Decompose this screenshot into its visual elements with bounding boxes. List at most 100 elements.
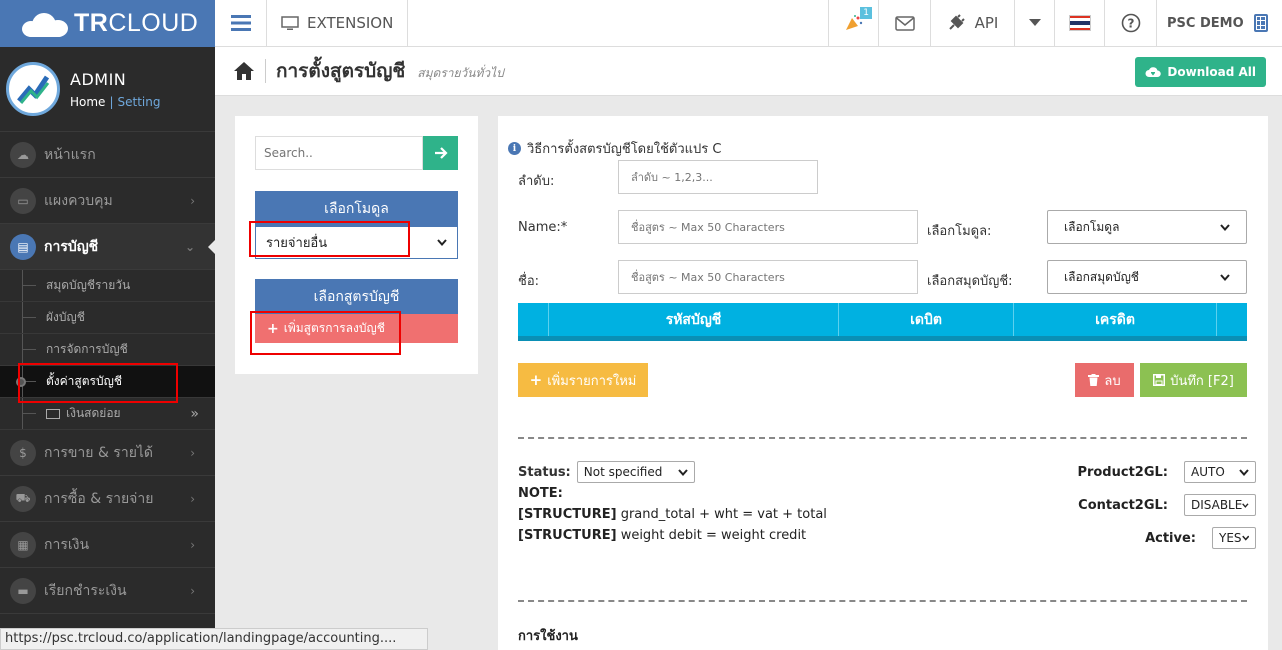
home-icon[interactable] [233, 61, 255, 81]
building-icon [1253, 14, 1268, 32]
sidebar-item-dashboard[interactable]: ▭ แผงควบคุม › [0, 178, 215, 224]
active-label: Active: [1145, 530, 1196, 546]
structure-note-2: [STRUCTURE] weight debit = weight credit [518, 528, 807, 543]
module-dropdown[interactable]: เลือกโมดูล [1047, 210, 1247, 244]
table-header-account-code[interactable]: รหัสบัญชี [549, 303, 839, 336]
status-label: Status: [518, 464, 571, 480]
formula-header: เลือกสูตรบัญชี [255, 279, 458, 314]
setting-link[interactable]: Setting [117, 95, 160, 109]
contact2gl-select[interactable]: DISABLE [1184, 494, 1256, 516]
product2gl-select[interactable]: AUTO [1184, 461, 1256, 483]
search-submit-button[interactable] [423, 136, 458, 170]
chevron-right-icon: › [190, 537, 195, 552]
info-line[interactable]: i วิธีการตั้งสตรบัญชีโดยใช้ตัวแปร C [508, 138, 721, 159]
sidebar-item-label: การบัญชี [44, 238, 99, 255]
formula-form-panel: i วิธีการตั้งสตรบัญชีโดยใช้ตัวแปร C ลำดั… [498, 116, 1268, 650]
arrow-right-icon [434, 147, 448, 159]
add-row-label: เพิ่มรายการใหม่ [547, 373, 637, 389]
chevron-down-icon: ⌄ [184, 239, 195, 254]
product2gl-label: Product2GL: [1077, 464, 1168, 480]
structure-note-1: [STRUCTURE] grand_total + wht = vat + to… [518, 507, 827, 522]
contact2gl-field: Contact2GL: DISABLE [1078, 494, 1256, 516]
section-divider [518, 437, 1247, 439]
company-logo-icon [17, 75, 50, 104]
sidebar-item-purchases[interactable]: ⛟ การซื้อ & รายจ่าย › [0, 476, 215, 522]
search-box [255, 136, 458, 170]
chevron-right-icon: › [190, 583, 195, 598]
sidebar-subitem-journal[interactable]: สมุดบัญชีรายวัน [0, 270, 215, 302]
extension-button[interactable]: EXTENSION [267, 0, 409, 46]
book-dropdown-value: เลือกสมุดบัญชี [1064, 269, 1139, 284]
sidebar-subitem-label: การจัดการบัญชี [46, 342, 128, 356]
active-select[interactable]: YES [1212, 527, 1256, 549]
mail-button[interactable] [878, 0, 930, 46]
product2gl-field: Product2GL: AUTO [1077, 461, 1256, 483]
sidebar-item-accounting[interactable]: ▤ การบัญชี ⌄ [0, 224, 215, 270]
api-button[interactable]: API [930, 0, 1014, 46]
floppy-disk-icon [1153, 374, 1166, 386]
sidebar-item-finance[interactable]: ▦ การเงิน › [0, 522, 215, 568]
add-row-button[interactable]: + เพิ่มรายการใหม่ [518, 363, 648, 397]
browser-status-url: https://psc.trcloud.co/application/landi… [0, 628, 428, 650]
name-input[interactable] [618, 210, 918, 244]
highlight-box-sidebar [18, 363, 178, 403]
save-button[interactable]: บันทึก [F2] [1140, 363, 1247, 397]
sidebar-subitem-label: สมุดบัญชีรายวัน [46, 278, 131, 292]
contact2gl-label: Contact2GL: [1078, 497, 1168, 513]
module-dropdown-value: เลือกโมดูล [1064, 219, 1120, 234]
brand-logo[interactable]: TRCLOUD [0, 0, 215, 47]
table-header-debit[interactable]: เดบิต [839, 303, 1014, 336]
user-menu[interactable]: PSC DEMO [1156, 0, 1282, 46]
cloud-icon: ☁ [10, 141, 36, 168]
home-link[interactable]: Home [70, 95, 105, 109]
notification-button[interactable]: 1 [828, 0, 878, 46]
chevron-right-icon: › [190, 491, 195, 506]
sidebar-subitem-chart-of-accounts[interactable]: ผังบัญชี [0, 302, 215, 334]
table-header-cell [1217, 303, 1247, 336]
book-field-label: เลือกสมุดบัญชี: [927, 274, 1013, 289]
download-all-button[interactable]: Download All [1135, 57, 1266, 87]
sidebar-item-billing[interactable]: ▬ เรียกชำระเงิน › [0, 568, 215, 614]
user-name: PSC DEMO [1167, 15, 1244, 31]
sidebar-item-label: หน้าแรก [44, 146, 96, 163]
account-table-header: รหัสบัญชี เดบิต เครดิต [518, 303, 1247, 341]
page-subtitle: สมุดรายวันทั่วไป [417, 65, 504, 80]
caret-down-icon [1028, 19, 1041, 26]
dropdown-toggle[interactable] [1014, 0, 1054, 46]
download-all-label: Download All [1167, 65, 1256, 79]
sidebar-subitem-account-management[interactable]: การจัดการบัญชี [0, 334, 215, 366]
language-switcher[interactable] [1054, 0, 1104, 46]
active-field: Active: YES [1145, 527, 1256, 549]
calendar-icon: ▦ [10, 531, 36, 558]
module-field-label: เลือกโมดูล: [927, 224, 992, 239]
delete-button[interactable]: ลบ [1075, 363, 1134, 397]
double-chevron-right-icon: » [190, 405, 199, 422]
cloud-icon [20, 11, 70, 37]
book-dropdown[interactable]: เลือกสมุดบัญชี [1047, 260, 1247, 294]
thai-name-label: ชื่อ: [518, 274, 540, 289]
avatar[interactable] [6, 62, 60, 116]
save-label: บันทึก [F2] [1170, 373, 1234, 389]
help-button[interactable]: ? [1104, 0, 1156, 46]
chevron-down-icon [1241, 535, 1249, 541]
order-input[interactable] [618, 160, 818, 194]
book-icon: ▤ [10, 233, 36, 260]
thai-name-input[interactable] [618, 260, 918, 294]
menu-toggle-button[interactable] [215, 0, 267, 46]
active-value: YES [1219, 531, 1242, 545]
sidebar-item-sales[interactable]: $ การขาย & รายได้ › [0, 430, 215, 476]
sidebar-item-label: การขาย & รายได้ [44, 444, 154, 461]
status-select[interactable]: Not specified [576, 461, 695, 483]
sidebar-item-label: การซื้อ & รายจ่าย [44, 490, 154, 507]
table-header-credit[interactable]: เครดิต [1014, 303, 1217, 336]
search-input[interactable] [255, 136, 423, 170]
delete-label: ลบ [1104, 373, 1121, 389]
profile-panel: ADMIN Home | Setting [0, 47, 215, 132]
status-field: Status: Not specified [518, 461, 695, 483]
hamburger-icon [230, 15, 251, 31]
sidebar-item-label: เรียกชำระเงิน [44, 582, 127, 599]
status-select-value: Not specified [583, 465, 663, 479]
sidebar-item-home[interactable]: ☁ หน้าแรก [0, 132, 215, 178]
sidebar-item-label: การเงิน [44, 536, 90, 553]
usage-heading: การใช้งาน [518, 629, 578, 644]
